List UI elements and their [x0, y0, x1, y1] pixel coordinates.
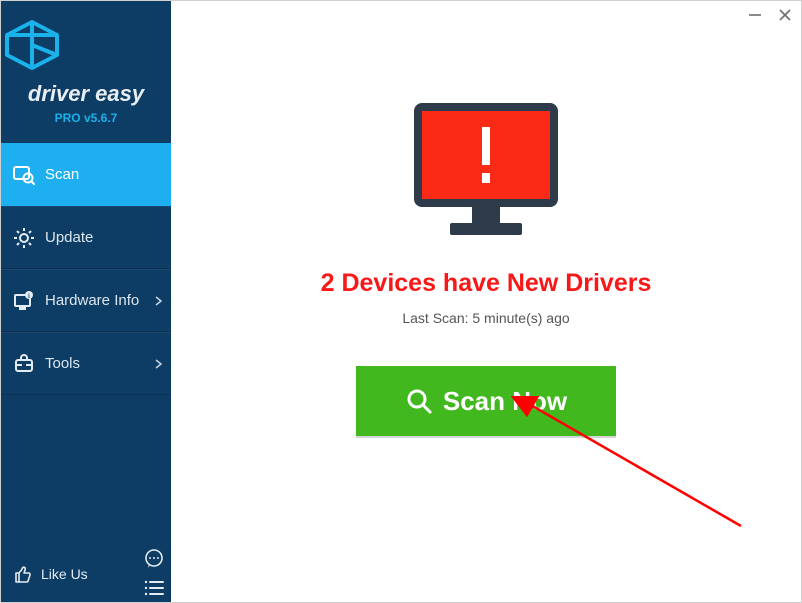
brand-name: driver easy [1, 81, 171, 107]
scan-btn-label: Scan Now [443, 386, 567, 417]
minimize-button[interactable] [747, 7, 763, 23]
main-panel: 2 Devices have New Drivers Last Scan: 5 … [171, 1, 801, 602]
logo-block: driver easy PRO v5.6.7 [1, 1, 171, 135]
hardware-icon: i [13, 290, 35, 312]
gear-icon [13, 227, 35, 249]
nav-item-tools[interactable]: Tools [1, 332, 171, 395]
last-scan-text: Last Scan: 5 minute(s) ago [402, 310, 569, 326]
close-button[interactable] [777, 7, 793, 23]
thumbs-up-icon[interactable] [13, 564, 33, 584]
app-window: driver easy PRO v5.6.7 Scan [0, 0, 802, 603]
tools-icon [13, 353, 35, 375]
status-title: 2 Devices have New Drivers [321, 269, 652, 298]
sidebar-spacer [1, 395, 171, 546]
nav-label: Update [45, 229, 93, 246]
scan-icon [13, 164, 35, 186]
like-label[interactable]: Like Us [41, 566, 88, 582]
nav-item-hardware[interactable]: i Hardware Info [1, 269, 171, 332]
search-icon [405, 387, 433, 415]
nav-item-update[interactable]: Update [1, 206, 171, 269]
scan-now-button[interactable]: Scan Now [356, 366, 616, 436]
sidebar-right-icons [143, 548, 165, 596]
chevron-right-icon [155, 359, 163, 369]
window-controls [747, 7, 793, 23]
sidebar: driver easy PRO v5.6.7 Scan [1, 1, 171, 602]
content-center: 2 Devices have New Drivers Last Scan: 5 … [171, 1, 801, 436]
logo-icon [1, 19, 171, 71]
feedback-icon[interactable] [143, 548, 165, 570]
nav: Scan [1, 143, 171, 395]
nav-label: Tools [45, 355, 80, 372]
chevron-right-icon [155, 296, 163, 306]
nav-item-scan[interactable]: Scan [1, 143, 171, 206]
nav-label: Hardware Info [45, 292, 139, 309]
alert-monitor-icon [406, 101, 566, 241]
bottom-bar: Like Us [1, 546, 171, 602]
nav-label: Scan [45, 166, 79, 183]
menu-icon[interactable] [143, 580, 165, 596]
version-label: PRO v5.6.7 [1, 111, 171, 125]
